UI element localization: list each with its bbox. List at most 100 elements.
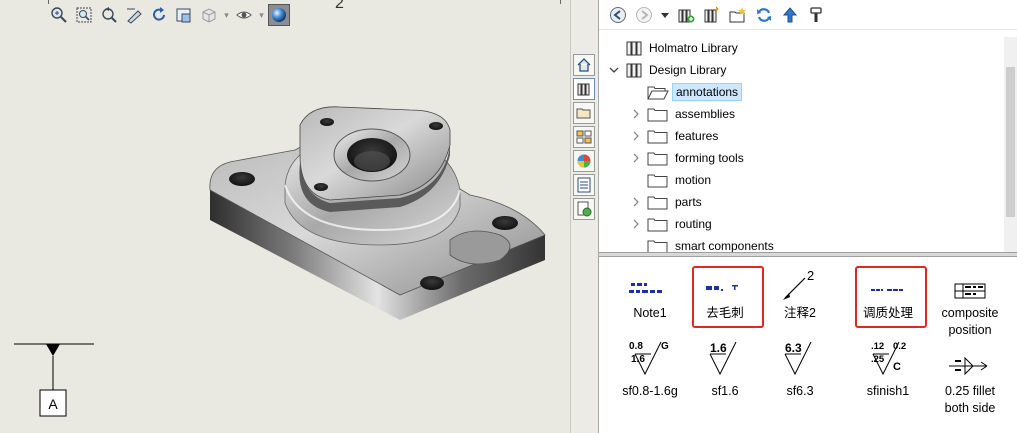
chevron-right-icon[interactable]	[629, 151, 643, 165]
up-one-level-icon[interactable]	[779, 4, 801, 26]
library-item[interactable]: .12 0.2 .25 C sfinish1	[847, 340, 929, 400]
svg-text:0.2: 0.2	[893, 341, 906, 352]
refresh-icon[interactable]	[753, 4, 775, 26]
pane-splitter[interactable]	[599, 252, 1017, 257]
svg-text:2: 2	[807, 268, 814, 283]
library-item[interactable]: 1.6 sf1.6	[684, 340, 766, 400]
svg-text:C: C	[893, 361, 901, 373]
add-to-library-icon[interactable]	[675, 4, 697, 26]
design-library-icon[interactable]	[573, 78, 595, 100]
library-item[interactable]: composite position	[929, 262, 1011, 339]
chevron-right-icon[interactable]	[629, 107, 643, 121]
zoom-to-area-icon[interactable]	[73, 4, 95, 26]
surface-finish-preview: 0.8 G 1.6	[609, 340, 691, 380]
weld-symbol-preview	[929, 340, 1011, 380]
apply-scene-icon[interactable]	[268, 4, 290, 26]
library-item[interactable]: 调质处理	[847, 262, 929, 322]
library-item-palette: Note1 去毛刺 2 注释2 调质处理 composite position 0.8 G 1.…	[599, 258, 1017, 433]
chevron-down-icon[interactable]	[607, 63, 621, 77]
library-toolbar	[599, 0, 1017, 30]
section-view-icon[interactable]	[123, 4, 145, 26]
heads-up-view-toolbar: ▾ ▾	[48, 2, 290, 28]
tree-item[interactable]: Holmatro Library	[607, 37, 741, 59]
file-explorer-icon[interactable]	[573, 102, 595, 124]
composite-position-preview	[929, 262, 1011, 302]
hide-show-items-icon[interactable]	[233, 4, 255, 26]
chevron-right-icon[interactable]	[629, 195, 643, 209]
tree-scrollbar[interactable]	[1004, 37, 1017, 253]
graphics-area[interactable]: 2 ▾ ▾ A	[0, 0, 570, 433]
view-orientation-icon[interactable]	[173, 4, 195, 26]
tree-item[interactable]: routing	[629, 213, 715, 235]
tree-item[interactable]: motion	[629, 169, 714, 191]
folder-icon	[647, 128, 669, 144]
tree-item-label: assemblies	[675, 107, 736, 121]
library-item-label: sfinish1	[866, 384, 910, 398]
design-library-pane: Holmatro Library Design Library annotation…	[598, 0, 1017, 433]
zoom-to-fit-icon[interactable]	[48, 4, 70, 26]
display-style-icon[interactable]	[198, 4, 220, 26]
svg-text:6.3: 6.3	[785, 341, 802, 355]
chevron-right-icon[interactable]	[629, 129, 643, 143]
balloon-note-preview: 2	[759, 262, 841, 302]
3d-part-model[interactable]	[200, 95, 560, 335]
chevron-down-icon[interactable]: ▾	[223, 5, 230, 25]
tree-item[interactable]: features	[629, 125, 721, 147]
library-item[interactable]: 6.3 sf6.3	[759, 340, 841, 400]
create-new-folder-icon[interactable]	[727, 4, 749, 26]
library-icon	[625, 40, 643, 56]
svg-text:G: G	[661, 341, 669, 352]
folder-icon	[647, 194, 669, 210]
tree-item[interactable]: assemblies	[629, 103, 738, 125]
back-arrow-icon[interactable]	[607, 4, 629, 26]
folder-icon	[647, 106, 669, 122]
library-item-label: sf1.6	[711, 384, 739, 398]
library-item[interactable]: 去毛刺	[684, 262, 766, 322]
tree-item[interactable]: parts	[629, 191, 705, 213]
datum-label: A	[48, 396, 58, 412]
chevron-right-icon[interactable]	[629, 217, 643, 231]
library-item[interactable]: 0.25 fillet both side	[929, 340, 1011, 417]
custom-properties-icon[interactable]	[573, 174, 595, 196]
viewport-number-label: 2	[335, 0, 344, 12]
library-item[interactable]: 0.8 G 1.6 sf0.8-1.6g	[609, 340, 691, 400]
library-item-label: sf0.8-1.6g	[622, 384, 678, 398]
tree-expander-placeholder	[607, 41, 621, 55]
previous-view-icon[interactable]	[98, 4, 120, 26]
home-icon[interactable]	[573, 54, 595, 76]
tree-item[interactable]: Design Library	[607, 59, 729, 81]
chevron-down-icon[interactable]: ▾	[258, 5, 265, 25]
library-item-label: 注释2	[784, 306, 816, 320]
library-item[interactable]: Note1	[609, 262, 691, 322]
tree-item-label: annotations	[672, 83, 743, 101]
view-palette-icon[interactable]	[573, 126, 595, 148]
rotate-view-icon[interactable]	[148, 4, 170, 26]
folder-icon	[647, 150, 669, 166]
heat-treatment-note-preview	[847, 262, 929, 302]
deburr-note-preview	[684, 262, 766, 302]
surface-finish-preview: .12 0.2 .25 C	[847, 340, 929, 380]
tree-item[interactable]: annotations	[629, 81, 743, 103]
svg-text:1.6: 1.6	[710, 341, 727, 355]
tree-item-label: Design Library	[649, 63, 727, 77]
tree-expander-placeholder	[629, 173, 643, 187]
document-recovery-icon[interactable]	[573, 198, 595, 220]
tree-expander-placeholder	[629, 239, 643, 253]
library-item[interactable]: 2 注释2	[759, 262, 841, 322]
datum-feature-symbol[interactable]: A	[14, 330, 104, 430]
svg-text:1.6: 1.6	[631, 354, 645, 365]
scrollbar-thumb[interactable]	[1006, 67, 1015, 217]
forward-arrow-icon[interactable]	[633, 4, 655, 26]
tree-item-label: routing	[675, 217, 712, 231]
dropdown-arrow-icon[interactable]	[659, 4, 671, 26]
library-item-label: composite position	[941, 306, 999, 337]
appearances-icon[interactable]	[573, 150, 595, 172]
folder-icon	[647, 172, 669, 188]
tree-item-label: features	[675, 129, 719, 143]
folder-icon	[647, 216, 669, 232]
tree-item[interactable]: forming tools	[629, 147, 747, 169]
options-icon[interactable]	[805, 4, 827, 26]
tree-item[interactable]: smart components	[629, 235, 777, 253]
add-file-location-icon[interactable]	[701, 4, 723, 26]
task-pane-tabs	[570, 0, 598, 433]
